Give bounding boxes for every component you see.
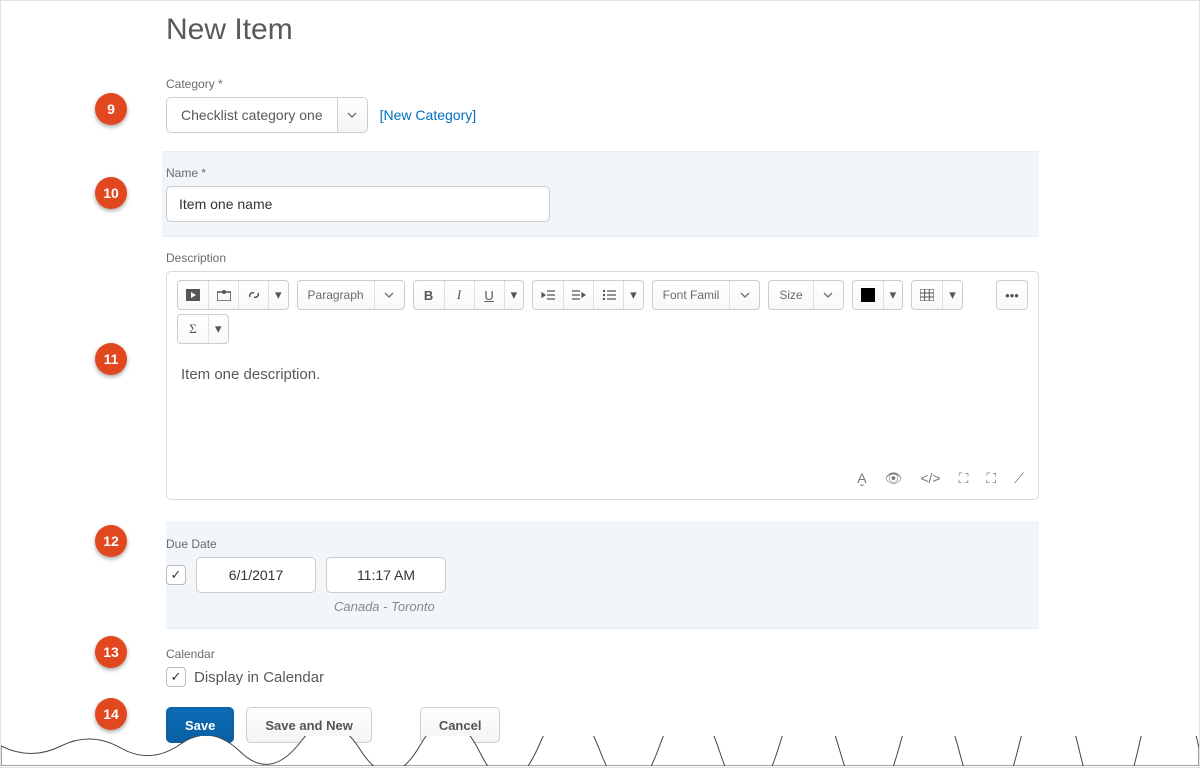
equation-group: Σ ▾ (177, 314, 229, 344)
paragraph-label: Paragraph (298, 281, 374, 309)
video-icon[interactable] (178, 281, 208, 309)
chevron-down-icon (813, 281, 843, 309)
category-label: Category (166, 77, 1039, 91)
list-group: ▾ (532, 280, 644, 310)
list-more-icon[interactable]: ▾ (623, 281, 643, 309)
description-label: Description (166, 251, 1039, 265)
table-button[interactable] (912, 281, 942, 309)
paragraph-select[interactable]: Paragraph (297, 280, 405, 310)
due-date-input[interactable] (196, 557, 316, 593)
chevron-down-icon[interactable] (337, 98, 367, 132)
fullscreen-icon[interactable]: ⛶ (986, 470, 996, 487)
italic-button[interactable]: I (444, 281, 474, 309)
category-select[interactable]: Checklist category one (166, 97, 368, 133)
table-more-icon[interactable]: ▾ (942, 281, 962, 309)
more-tools-button[interactable]: ••• (996, 280, 1028, 310)
due-date-label: Due Date (166, 537, 1039, 551)
display-in-calendar-row: ✓ Display in Calendar (166, 667, 324, 687)
display-in-calendar-checkbox[interactable]: ✓ (166, 667, 186, 687)
chevron-down-icon (729, 281, 759, 309)
format-more-icon[interactable]: ▾ (504, 281, 524, 309)
equation-button[interactable]: Σ (178, 315, 208, 343)
rte-footer-tools: A̬ 👁 </> ⛶ ⛶ ⟋ (167, 464, 1038, 499)
link-icon[interactable] (238, 281, 268, 309)
resize-icon[interactable]: ⟋ (1014, 470, 1024, 487)
form-content: New Item Category Checklist category one… (166, 1, 1039, 743)
torn-edge-decoration (1, 736, 1199, 768)
calendar-section: Calendar ✓ Display in Calendar (166, 647, 1039, 687)
font-family-label: Font Famil (653, 281, 730, 309)
annotation-marker-10: 10 (95, 177, 127, 209)
spellcheck-icon[interactable]: A̬ (857, 470, 866, 487)
chevron-down-icon (374, 281, 404, 309)
bold-button[interactable]: B (414, 281, 444, 309)
annotation-marker-12: 12 (95, 525, 127, 557)
annotation-marker-11: 11 (95, 343, 127, 375)
name-input[interactable] (166, 186, 550, 222)
due-time-input[interactable] (326, 557, 446, 593)
description-section: Description ▾ Paragraph B I (166, 251, 1039, 500)
image-icon[interactable] (208, 281, 238, 309)
annotation-marker-9: 9 (95, 93, 127, 125)
underline-button[interactable]: U (474, 281, 504, 309)
display-in-calendar-label: Display in Calendar (194, 669, 324, 686)
page-title: New Item (166, 13, 1039, 47)
category-row: Checklist category one [New Category] (166, 97, 1039, 133)
color-swatch-button[interactable] (853, 281, 883, 309)
calendar-label: Calendar (166, 647, 1039, 661)
font-size-select[interactable]: Size (768, 280, 843, 310)
due-date-checkbox[interactable]: ✓ (166, 565, 186, 585)
format-group: B I U ▾ (413, 280, 525, 310)
rich-text-editor: ▾ Paragraph B I U ▾ (166, 271, 1039, 500)
color-more-icon[interactable]: ▾ (883, 281, 903, 309)
outdent-button[interactable] (533, 281, 563, 309)
timezone-label: Canada - Toronto (334, 599, 1039, 614)
accessibility-icon[interactable]: 👁 (885, 470, 903, 487)
due-date-row: ✓ (166, 557, 1039, 593)
page-container: New Item Category Checklist category one… (0, 0, 1200, 768)
html-source-icon[interactable]: </> (920, 470, 940, 487)
due-date-section: Due Date ✓ Canada - Toronto (166, 522, 1039, 629)
more-icon: ••• (997, 281, 1027, 309)
color-group: ▾ (852, 280, 904, 310)
annotation-marker-14: 14 (95, 698, 127, 730)
font-size-label: Size (769, 281, 812, 309)
preview-icon[interactable]: ⛶ (959, 470, 969, 487)
rte-toolbar-row2: Σ ▾ (167, 314, 1038, 354)
annotation-marker-13: 13 (95, 636, 127, 668)
category-selected-value: Checklist category one (167, 98, 337, 132)
name-section: Name (162, 151, 1039, 237)
font-family-select[interactable]: Font Famil (652, 280, 761, 310)
media-group: ▾ (177, 280, 289, 310)
description-textarea[interactable]: Item one description. (167, 354, 1038, 464)
media-more-icon[interactable]: ▾ (268, 281, 288, 309)
name-label: Name (166, 166, 1039, 180)
table-group: ▾ (911, 280, 963, 310)
indent-button[interactable] (563, 281, 593, 309)
rte-toolbar: ▾ Paragraph B I U ▾ (167, 272, 1038, 314)
new-category-link[interactable]: [New Category] (380, 107, 476, 123)
bullet-list-button[interactable] (593, 281, 623, 309)
equation-more-icon[interactable]: ▾ (208, 315, 228, 343)
